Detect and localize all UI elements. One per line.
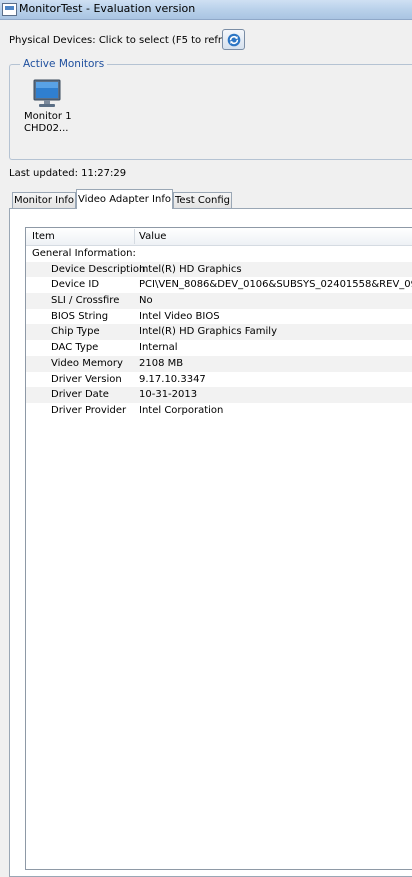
last-updated-status: Last updated: 11:27:29 xyxy=(9,168,127,179)
adapter-info-list[interactable]: Item Value General Information: Device D… xyxy=(25,227,412,870)
monitor-name: Monitor 1 xyxy=(24,111,72,122)
row-item: Driver Version xyxy=(51,373,122,385)
physical-devices-label: Physical Devices: Click to select (F5 to… xyxy=(9,35,244,46)
row-value: Intel Video BIOS xyxy=(139,310,220,322)
column-header-item[interactable]: Item xyxy=(32,231,55,242)
row-value: PCI\VEN_8086&DEV_0106&SUBSYS_02401558&RE… xyxy=(139,279,412,291)
row-value: 9.17.10.3347 xyxy=(139,373,206,385)
row-value: 10-31-2013 xyxy=(139,389,198,401)
row-value: Intel(R) HD Graphics Family xyxy=(139,326,277,338)
app-window-icon xyxy=(2,3,17,16)
list-header: Item Value xyxy=(26,228,412,246)
list-body: General Information: Device Description I… xyxy=(26,246,412,419)
row-value: Intel(R) HD Graphics xyxy=(139,263,242,275)
row-item: SLI / Crossfire xyxy=(51,295,120,307)
row-item: BIOS String xyxy=(51,310,109,322)
monitor-tile[interactable]: Monitor 1 CHD02... xyxy=(24,79,74,135)
row-item: Device Description xyxy=(51,263,146,275)
table-row[interactable]: Chip Type Intel(R) HD Graphics Family xyxy=(26,324,412,341)
table-row[interactable]: Video Memory 2108 MB xyxy=(26,355,412,372)
row-item: Device ID xyxy=(51,279,100,291)
table-row[interactable]: Device ID PCI\VEN_8086&DEV_0106&SUBSYS_02… xyxy=(26,277,412,293)
refresh-button[interactable] xyxy=(222,29,245,50)
row-value: Intel Corporation xyxy=(139,404,224,416)
row-value: No xyxy=(139,295,153,307)
table-row[interactable]: SLI / Crossfire No xyxy=(26,293,412,309)
title-bar: MonitorTest - Evaluation version xyxy=(0,0,412,20)
refresh-icon xyxy=(227,33,241,47)
tab-monitor-info[interactable]: Monitor Info xyxy=(12,192,76,208)
table-row[interactable]: Driver Version 9.17.10.3347 xyxy=(26,372,412,388)
row-item: DAC Type xyxy=(51,342,99,354)
row-item: Video Memory xyxy=(51,357,123,369)
column-header-value[interactable]: Value xyxy=(139,231,166,242)
monitor-icon xyxy=(33,79,61,107)
row-item: Driver Provider xyxy=(51,404,127,416)
tab-test-config[interactable]: Test Config xyxy=(173,192,232,208)
row-value: Internal xyxy=(139,342,178,354)
column-separator[interactable] xyxy=(134,229,135,244)
group-label: General Information: xyxy=(32,248,136,259)
table-row[interactable]: Driver Provider Intel Corporation xyxy=(26,403,412,419)
table-row[interactable]: DAC Type Internal xyxy=(26,340,412,356)
row-item: Driver Date xyxy=(51,389,109,401)
table-row[interactable]: Driver Date 10-31-2013 xyxy=(26,387,412,403)
monitor-id: CHD02... xyxy=(24,123,69,134)
table-row[interactable]: Device Description Intel(R) HD Graphics xyxy=(26,261,412,278)
active-monitors-title: Active Monitors xyxy=(20,58,108,70)
row-item: Chip Type xyxy=(51,326,100,338)
group-row[interactable]: General Information: xyxy=(26,246,412,262)
active-monitors-group: Active Monitors Monitor 1 CHD02... xyxy=(9,58,412,160)
row-value: 2108 MB xyxy=(139,357,184,369)
table-row[interactable]: BIOS String Intel Video BIOS xyxy=(26,309,412,325)
window-title: MonitorTest - Evaluation version xyxy=(19,2,196,15)
tab-panel: Item Value General Information: Device D… xyxy=(9,208,412,877)
tab-video-adapter-info[interactable]: Video Adapter Info xyxy=(76,189,173,209)
